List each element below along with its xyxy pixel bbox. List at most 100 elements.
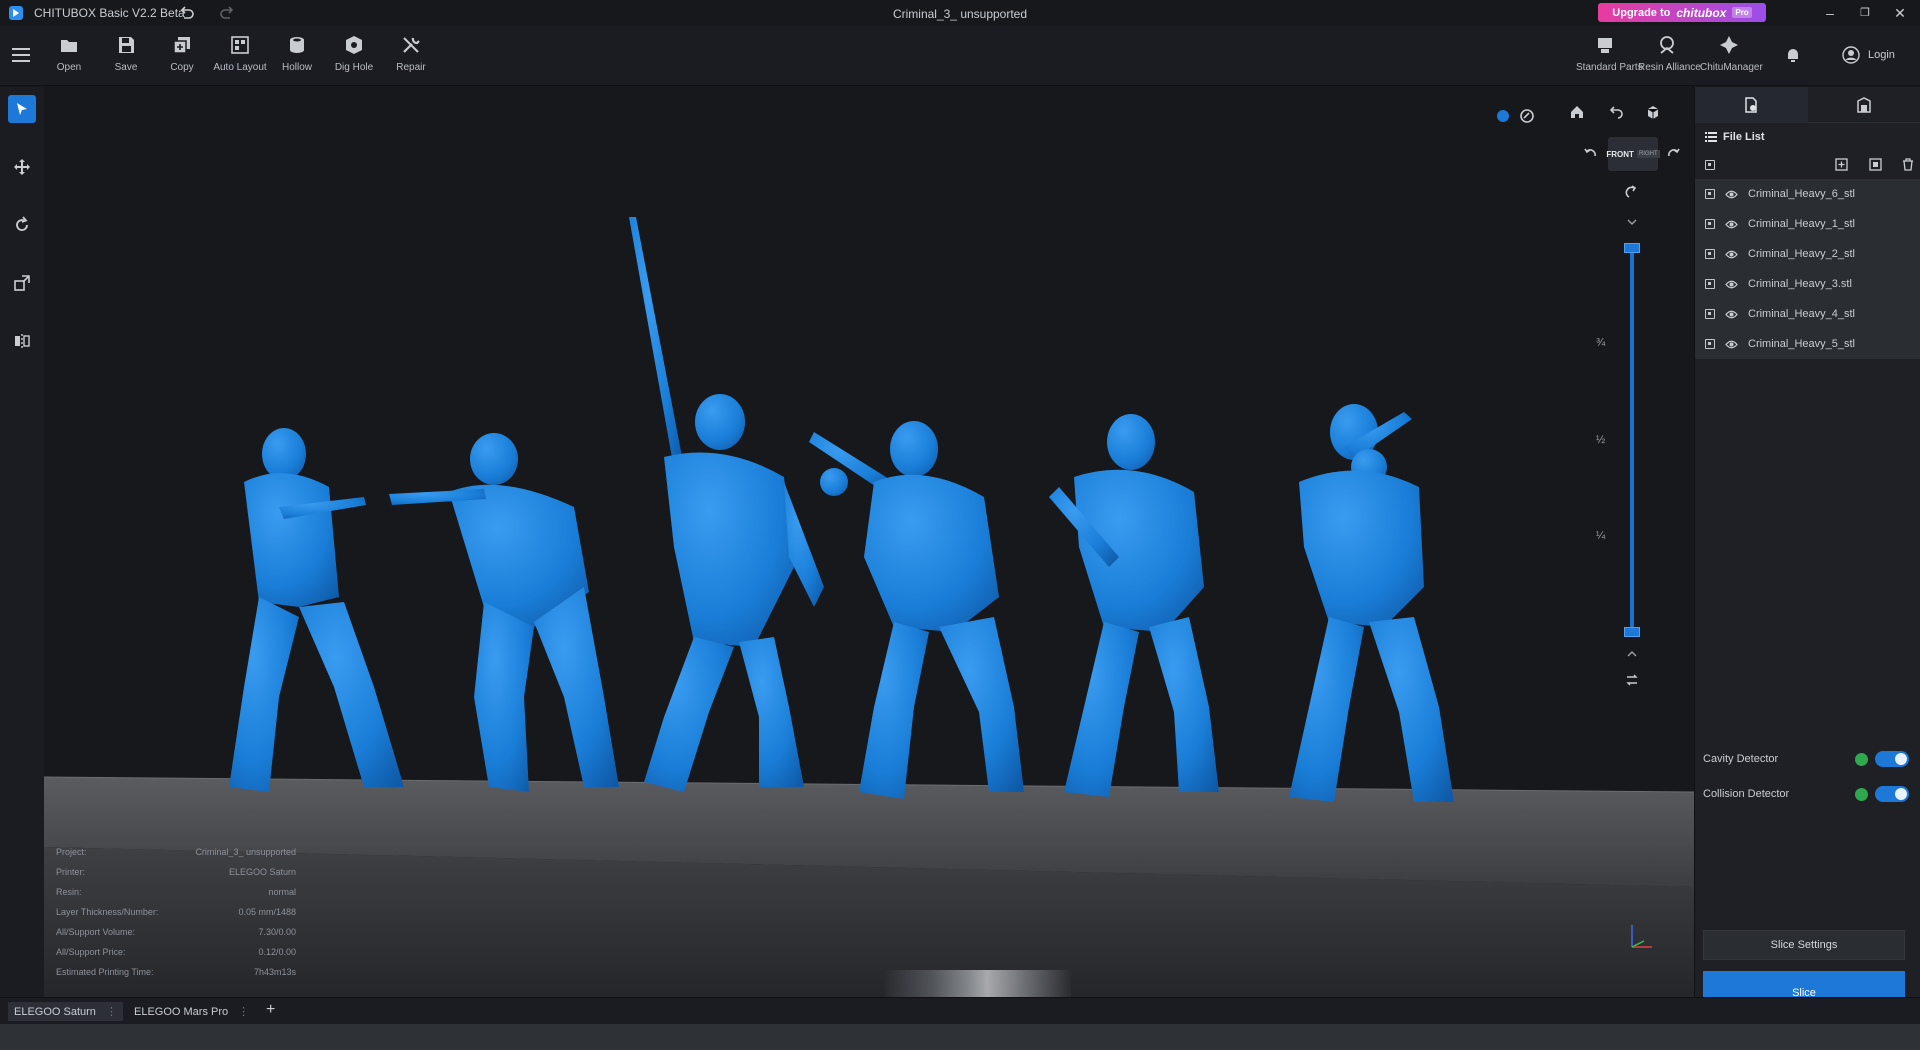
view-cube[interactable]: FRONT RIGHT xyxy=(1606,137,1660,171)
restore-icon[interactable]: ❐ xyxy=(1855,3,1875,23)
info-row: Printer: ELEGOO Saturn xyxy=(56,862,296,882)
file-checkbox[interactable] xyxy=(1705,219,1715,229)
copy-button[interactable]: Copy xyxy=(154,34,210,73)
repair-button[interactable]: Repair xyxy=(383,34,439,73)
printer-tab[interactable]: ELEGOO Mars Pro ⋮ xyxy=(128,1002,255,1021)
list-icon xyxy=(1705,132,1717,142)
rotate-tool-button[interactable] xyxy=(8,211,36,239)
tab-files[interactable] xyxy=(1695,87,1808,122)
layer-slider-bottom-handle[interactable] xyxy=(1624,627,1640,637)
eye-icon[interactable] xyxy=(1725,190,1738,199)
file-list-item[interactable]: Criminal_Heavy_5_stl xyxy=(1695,329,1920,359)
delete-file-icon[interactable] xyxy=(1902,158,1914,171)
auto-layout-button[interactable]: Auto Layout xyxy=(212,34,268,73)
printer-tab[interactable]: ELEGOO Saturn ⋮ xyxy=(8,1002,123,1021)
file-checkbox[interactable] xyxy=(1705,339,1715,349)
select-tool-button[interactable] xyxy=(8,95,36,123)
resin-alliance-button[interactable]: Resin Alliance xyxy=(1638,34,1701,73)
duplicate-file-icon[interactable] xyxy=(1869,158,1882,171)
standard-parts-button[interactable]: Standard Parts xyxy=(1576,34,1643,73)
hollow-button[interactable]: Hollow xyxy=(269,34,325,73)
project-info-panel: Project: Criminal_3_ unsupported Printer:… xyxy=(56,842,296,982)
cursor-icon xyxy=(17,103,27,115)
3d-viewport[interactable]: Project: Criminal_3_ unsupported Printer:… xyxy=(44,87,1694,997)
upgrade-button[interactable]: Upgrade to chitubox Pro xyxy=(1598,3,1766,22)
undo-icon[interactable] xyxy=(178,4,196,22)
info-label: Layer Thickness/Number: xyxy=(56,907,159,917)
xray-render-button[interactable] xyxy=(1516,105,1538,127)
rotate-up-icon xyxy=(1625,185,1637,198)
select-all-checkbox[interactable] xyxy=(1705,160,1715,170)
reset-rotation-button[interactable] xyxy=(1605,101,1627,123)
hollow-label: Hollow xyxy=(281,62,312,73)
hollow-icon xyxy=(290,37,304,53)
dig-hole-button[interactable]: Dig Hole xyxy=(326,34,382,73)
rotate-right-button[interactable] xyxy=(1662,143,1684,165)
rotate-up-button[interactable] xyxy=(1621,182,1643,204)
more-options-icon[interactable]: ⋮ xyxy=(106,1005,117,1018)
folder-icon xyxy=(61,40,77,52)
file-list-item[interactable]: Criminal_Heavy_6_stl xyxy=(1695,179,1920,209)
file-checkbox[interactable] xyxy=(1705,189,1715,199)
eye-icon[interactable] xyxy=(1725,250,1738,259)
status-ok-icon xyxy=(1855,787,1868,801)
eye-icon[interactable] xyxy=(1725,340,1738,349)
solid-render-button[interactable] xyxy=(1492,105,1514,127)
status-bar xyxy=(0,1024,1920,1050)
file-list-item[interactable]: Criminal_Heavy_4_stl xyxy=(1695,299,1920,329)
layer-slider-top-handle[interactable] xyxy=(1624,243,1640,253)
info-value: 0.12/0.00 xyxy=(258,947,296,957)
save-button[interactable]: Save xyxy=(98,34,154,73)
save-icon xyxy=(119,37,134,53)
eye-icon[interactable] xyxy=(1725,280,1738,289)
slider-down-chevron-icon[interactable] xyxy=(1621,643,1643,665)
info-row: All/Support Volume: 7.30/0.00 xyxy=(56,922,296,942)
axis-gizmo-icon xyxy=(1631,925,1652,948)
minimize-icon[interactable]: – xyxy=(1820,3,1840,23)
info-row: Resin: normal xyxy=(56,882,296,902)
scale-tool-button[interactable] xyxy=(8,269,36,297)
cavity-detector-toggle[interactable] xyxy=(1875,751,1909,767)
file-list-header: File List xyxy=(1695,123,1920,151)
xray-sphere-icon xyxy=(1520,109,1534,123)
main-toolbar: Open Save Copy Auto Layout Hollow Dig Ho… xyxy=(0,26,1920,86)
view-cube-side: RIGHT xyxy=(1636,150,1660,158)
save-label: Save xyxy=(114,62,138,73)
app-title: CHITUBOX Basic V2.2 Beta xyxy=(34,6,185,20)
perspective-button[interactable] xyxy=(1642,101,1664,123)
add-printer-button[interactable]: + xyxy=(266,1001,275,1019)
file-checkbox[interactable] xyxy=(1705,249,1715,259)
close-icon[interactable]: ✕ xyxy=(1890,3,1910,23)
home-icon xyxy=(1571,106,1583,118)
notification-bell-icon[interactable] xyxy=(1784,46,1802,64)
file-list-item[interactable]: Criminal_Heavy_3.stl xyxy=(1695,269,1920,299)
swap-slider-icon[interactable] xyxy=(1621,669,1643,691)
file-list-item[interactable]: Criminal_Heavy_1_stl xyxy=(1695,209,1920,239)
open-button[interactable]: Open xyxy=(41,34,97,73)
redo-icon[interactable] xyxy=(218,4,236,22)
standard-parts-label: Standard Parts xyxy=(1576,62,1643,73)
layer-slider-track[interactable] xyxy=(1630,247,1634,632)
slider-up-chevron-icon[interactable] xyxy=(1621,211,1643,233)
more-options-icon[interactable]: ⋮ xyxy=(238,1005,249,1018)
login-button[interactable]: Login xyxy=(1842,46,1895,64)
file-checkbox[interactable] xyxy=(1705,279,1715,289)
collision-detector-toggle[interactable] xyxy=(1875,786,1909,802)
eye-icon[interactable] xyxy=(1725,220,1738,229)
eye-icon[interactable] xyxy=(1725,310,1738,319)
fraction-three-quarters: ¾ xyxy=(1596,337,1606,349)
printer-tab-label: ELEGOO Mars Pro xyxy=(134,1005,229,1018)
rotate-left-button[interactable] xyxy=(1580,143,1602,165)
figure-4 xyxy=(809,421,1024,799)
home-view-button[interactable] xyxy=(1566,101,1588,123)
hamburger-menu-icon[interactable] xyxy=(12,48,30,62)
move-tool-button[interactable] xyxy=(8,153,36,181)
printer-icon xyxy=(1857,96,1871,113)
slice-settings-button[interactable]: Slice Settings xyxy=(1703,930,1905,960)
mirror-tool-button[interactable] xyxy=(8,327,36,355)
tab-printer[interactable] xyxy=(1808,87,1920,122)
file-checkbox[interactable] xyxy=(1705,309,1715,319)
file-list-item[interactable]: Criminal_Heavy_2_stl xyxy=(1695,239,1920,269)
chitumanager-button[interactable]: ChituManager xyxy=(1700,34,1763,73)
add-file-icon[interactable] xyxy=(1835,158,1848,171)
